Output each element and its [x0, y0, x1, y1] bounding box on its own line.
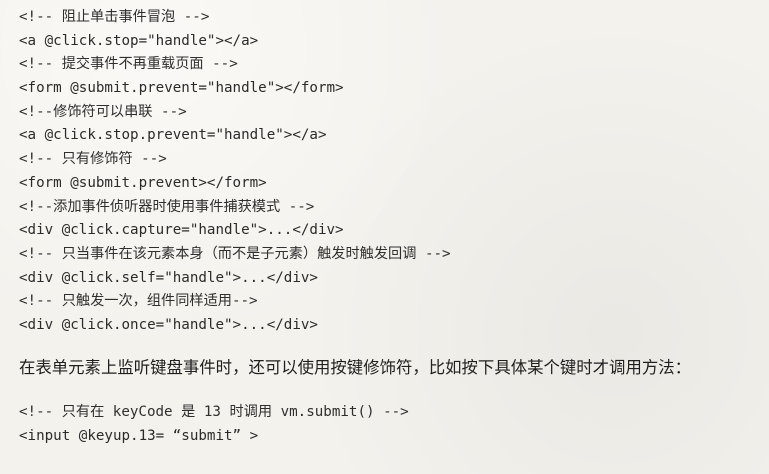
code-line: <input @keyup.13= “submit” > [19, 428, 259, 444]
code-block-event-modifiers: <!-- 阻止单击事件冒泡 --> <a @click.stop="handle… [19, 6, 759, 338]
code-line: <a @click.stop.prevent="handle"></a> [19, 127, 327, 144]
code-comment-line: <!-- 阻止单击事件冒泡 --> [19, 9, 210, 25]
book-page: <!-- 阻止单击事件冒泡 --> <a @click.stop="handle… [0, 0, 769, 474]
code-line: <a @click.stop="handle"></a> [19, 32, 259, 49]
code-line: <div @click.self="handle">...</div> [19, 269, 318, 286]
code-line: <form @submit.prevent></form> [19, 174, 267, 191]
code-comment-line: <!-- 只当事件在该元素本身（而不是子元素）触发时触发回调 --> [19, 245, 451, 262]
body-paragraph: 在表单元素上监听键盘事件时，还可以使用按键修饰符，比如按下具体某个键时才调用方法… [19, 358, 692, 377]
code-block-key-modifiers: <!-- 只有在 keyCode 是 13 时调用 vm.submit() --… [19, 400, 759, 448]
code-comment-line: <!--添加事件侦听器时使用事件捕获模式 --> [19, 198, 315, 215]
code-comment-line: <!-- 提交事件不再重载页面 --> [19, 56, 238, 73]
code-comment-line: <!-- 只有修饰符 --> [19, 151, 167, 168]
code-line: <div @click.capture="handle">...</div> [19, 222, 344, 239]
code-line: <form @submit.prevent="handle"></form> [19, 80, 344, 97]
code-line: <div @click.once="handle">...</div> [19, 316, 318, 333]
code-comment-line: <!--修饰符可以串联 --> [19, 103, 187, 120]
code-comment-line: <!-- 只触发一次，组件同样适用--> [19, 293, 258, 310]
code-comment-line: <!-- 只有在 keyCode 是 13 时调用 vm.submit() --… [19, 404, 409, 420]
